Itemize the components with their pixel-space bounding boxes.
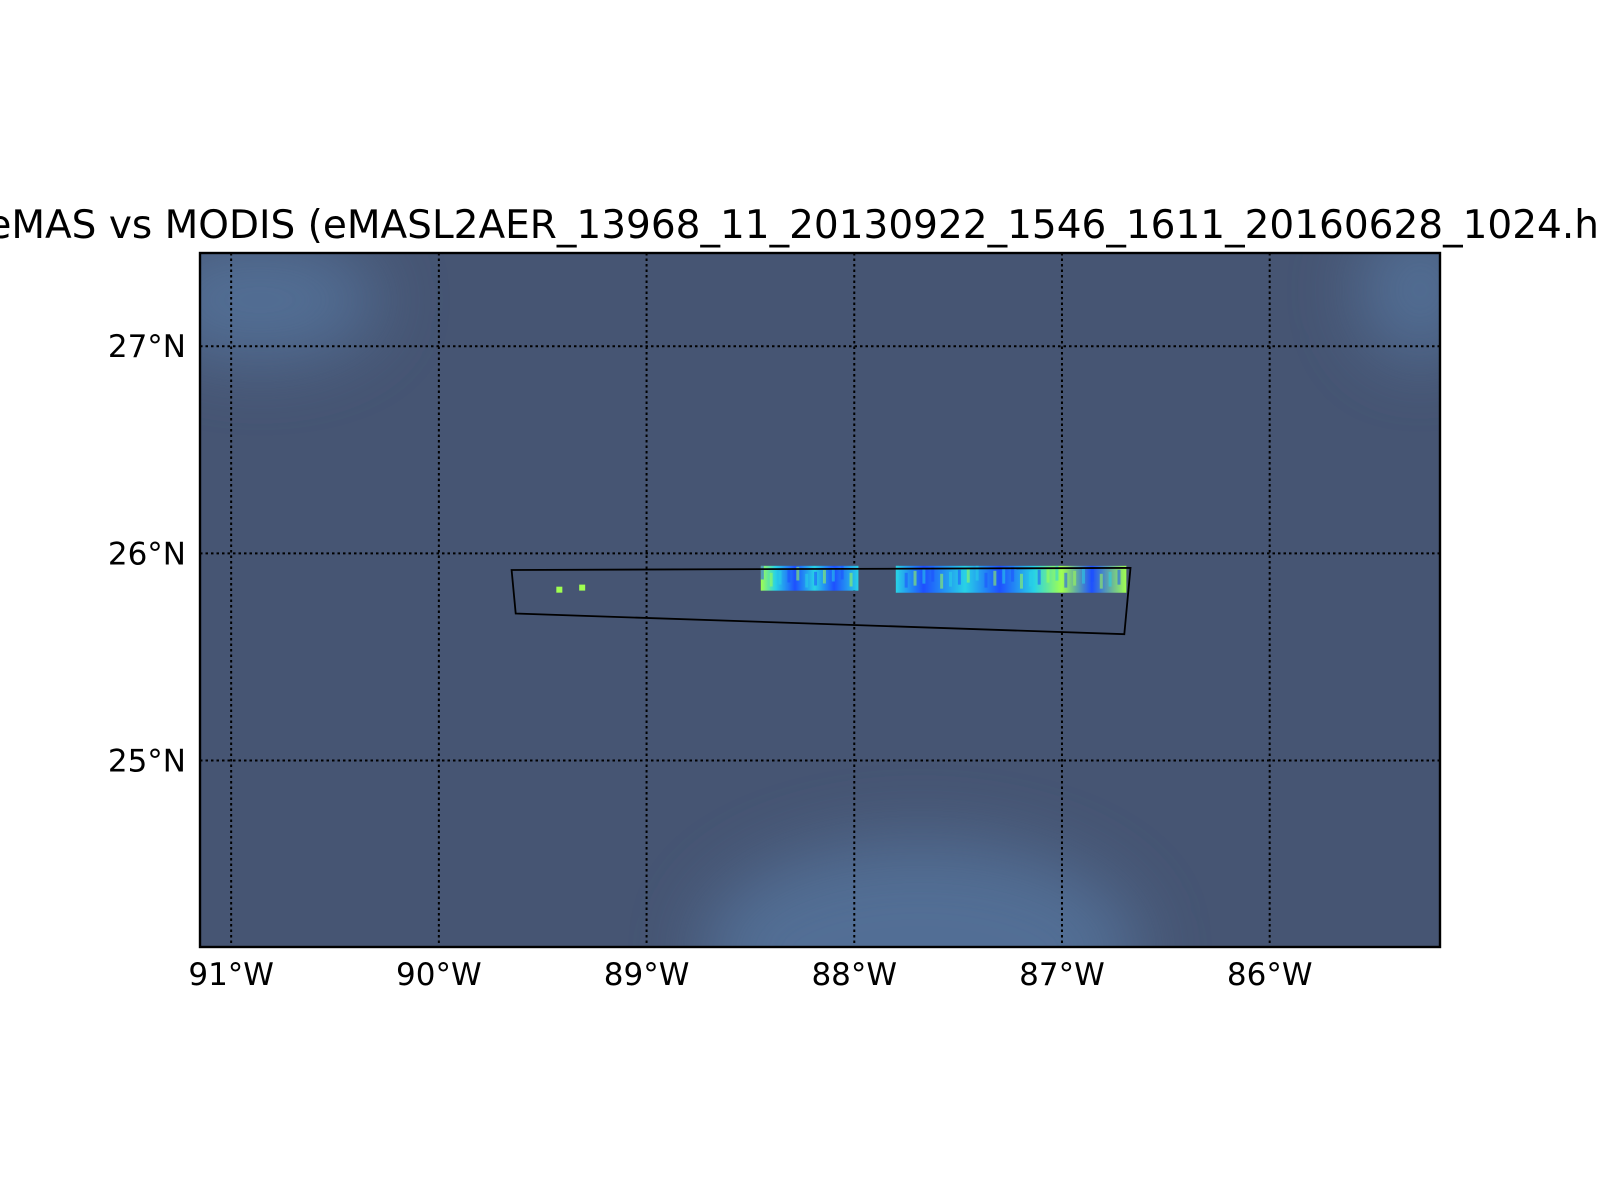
aod-swath-pixel-band: [1073, 570, 1077, 586]
aod-swath-pixel-band: [1046, 567, 1050, 583]
aod-swath-pixel-band: [922, 568, 926, 584]
aod-swath-pixel-band: [1082, 568, 1086, 584]
longitude-tick-label: 91°W: [188, 957, 274, 993]
aod-swath-pixel-band: [769, 572, 773, 587]
longitude-tick-label: 90°W: [396, 957, 482, 993]
longitude-tick-label: 87°W: [1019, 957, 1105, 993]
aod-swath-pixel-band: [1064, 572, 1068, 588]
aod-swath-pixel-band: [1117, 569, 1121, 585]
figure-title: eMAS vs MODIS (eMASL2AER_13968_11_201309…: [0, 203, 1600, 248]
aod-swath-pixel-band: [1028, 571, 1032, 587]
latitude-tick-label: 25°N: [108, 744, 186, 780]
aod-swath-pixel-band: [1019, 573, 1023, 589]
aod-swath-pixel-band: [778, 570, 782, 585]
aod-retrieval-speck: [556, 586, 563, 593]
aod-swath-pixel-band: [949, 571, 953, 587]
aod-retrieval-speck: [579, 584, 586, 591]
latitude-tick-labels: 27°N 26°N 25°N: [108, 329, 186, 779]
latitude-tick-label: 26°N: [108, 536, 186, 572]
aod-swath-pixel-band: [904, 572, 908, 588]
aod-swath-pixel-band: [940, 573, 944, 589]
aod-swath-pixel-band: [1108, 571, 1112, 587]
aod-swath-pixel-band: [760, 565, 764, 580]
aod-swath-pixel-band: [966, 567, 970, 583]
aod-swath-pixel-band: [1002, 568, 1006, 584]
aod-swath-pixel-band: [805, 573, 809, 588]
aod-swath-pixel-band: [913, 570, 917, 586]
longitude-tick-label: 88°W: [811, 957, 897, 993]
longitude-tick-label: 86°W: [1227, 957, 1313, 993]
longitude-tick-labels: 91°W 90°W 89°W 88°W 87°W 86°W: [188, 957, 1312, 993]
aod-swath-pixel-band: [957, 569, 961, 585]
ocean-basemap: [200, 253, 1440, 947]
aod-swath-pixel-band: [822, 569, 826, 584]
aod-swath-pixel-band: [849, 572, 853, 587]
aod-swath-pixel-band: [814, 571, 818, 586]
aod-swath-pixel-band: [1037, 569, 1041, 585]
aod-swath-pixel-band: [787, 568, 791, 583]
light-water-patch: [700, 840, 1140, 947]
aod-swath-pixel-band: [1099, 573, 1103, 589]
aod-swath-pixel-band: [831, 567, 835, 582]
aod-swath-pixel-band: [993, 570, 997, 586]
aod-swath-pixel-band: [984, 572, 988, 588]
aod-swath-pixel-band: [840, 565, 844, 580]
longitude-tick-label: 89°W: [604, 957, 690, 993]
latitude-tick-label: 27°N: [108, 329, 186, 365]
aod-swath-pixel-band: [1090, 566, 1094, 582]
map-plot-area: [198, 251, 1442, 949]
map-figure: eMAS vs MODIS (eMASL2AER_13968_11_201309…: [0, 203, 1600, 993]
